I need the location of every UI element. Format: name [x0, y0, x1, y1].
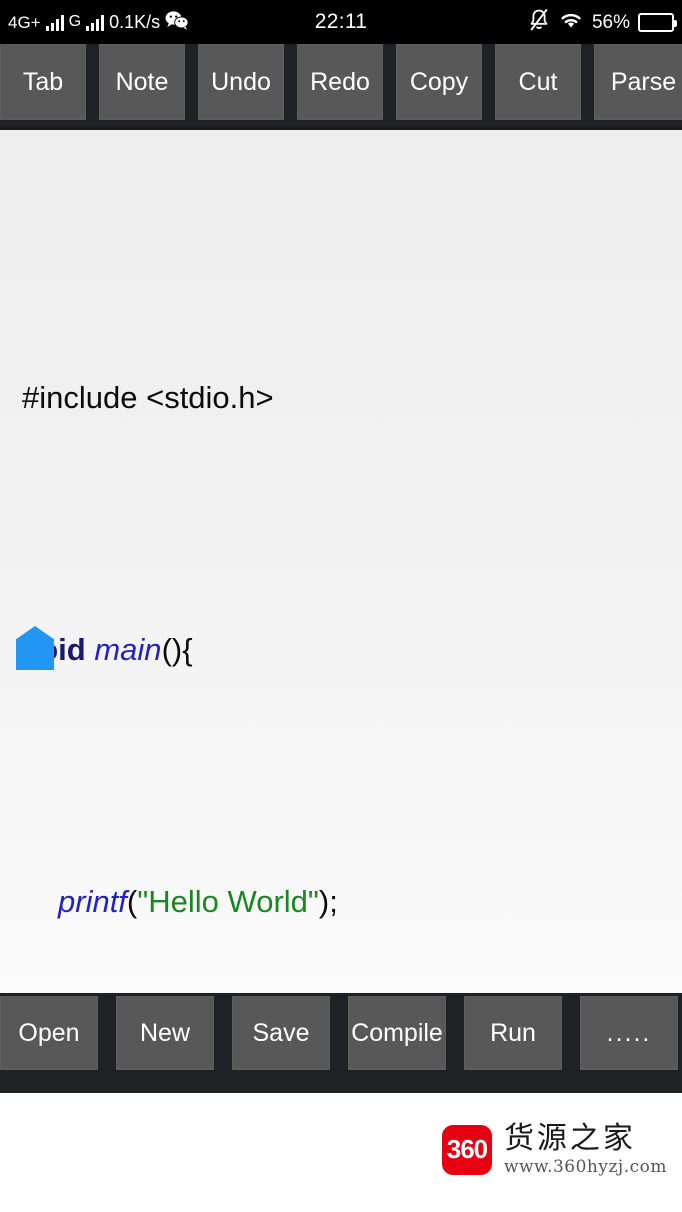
code-line-2: void main(){ — [22, 608, 682, 692]
battery-percent-label: 56% — [591, 11, 630, 33]
code-function-printf: printf — [58, 884, 127, 919]
open-button[interactable]: Open — [0, 996, 98, 1070]
code-line-1: #include <stdio.h> — [22, 356, 682, 440]
logo-360-icon: 360 — [441, 1124, 492, 1175]
more-options-button-label: ..... — [606, 1018, 652, 1047]
more-options-button[interactable]: ..... — [580, 996, 678, 1070]
watermark-site-name: 货源之家 — [503, 1121, 636, 1156]
run-button[interactable]: Run — [464, 996, 562, 1070]
undo-button[interactable]: Undo — [198, 44, 284, 120]
undo-button-label: Undo — [211, 67, 271, 96]
compile-button-label: Compile — [351, 1018, 443, 1047]
code-paren-close: ); — [318, 884, 338, 919]
cut-button-label: Cut — [518, 67, 558, 96]
status-bar-right: 56% — [528, 8, 677, 37]
compile-button[interactable]: Compile — [348, 996, 446, 1070]
redo-button[interactable]: Redo — [297, 44, 383, 120]
code-content[interactable]: #include <stdio.h> void main(){ printf("… — [22, 188, 682, 993]
new-button[interactable]: New — [116, 996, 214, 1070]
new-button-label: New — [139, 1018, 190, 1047]
code-include-directive: #include <stdio.h> — [22, 380, 274, 415]
watermark: 360 货源之家 www.360hyzj.com — [441, 1123, 667, 1177]
code-paren-open: ( — [126, 884, 138, 919]
bottom-toolbar: Open New Save Compile Run ..... — [0, 993, 682, 1073]
note-button-label: Note — [115, 67, 169, 96]
wifi-icon — [558, 10, 584, 35]
note-button[interactable]: Note — [99, 44, 185, 120]
run-button-label: Run — [490, 1018, 536, 1047]
redo-button-label: Redo — [310, 67, 370, 96]
parse-button[interactable]: Parse — [594, 44, 682, 120]
cut-button[interactable]: Cut — [495, 44, 581, 120]
battery-icon — [638, 12, 677, 32]
status-bar: 4G+ G 0.1K/s 22:11 56% — [0, 0, 682, 44]
watermark-site-url: www.360hyzj.com — [503, 1156, 667, 1177]
parse-button-label: Parse — [610, 67, 677, 96]
copy-button[interactable]: Copy — [396, 44, 482, 120]
watermark-text: 货源之家 www.360hyzj.com — [504, 1123, 667, 1177]
code-editor[interactable]: #include <stdio.h> void main(){ printf("… — [0, 130, 682, 993]
watermark-area: 360 货源之家 www.360hyzj.com — [0, 1093, 682, 1212]
code-function-main: main — [94, 632, 162, 667]
open-button-label: Open — [18, 1018, 80, 1047]
tab-button-label: Tab — [22, 67, 64, 96]
code-string-literal: "Hello World" — [137, 884, 319, 919]
bell-muted-icon — [528, 8, 550, 37]
code-line2-tail: (){ — [161, 632, 193, 667]
save-button[interactable]: Save — [232, 996, 330, 1070]
code-line-3: printf("Hello World"); — [22, 860, 682, 944]
save-button-label: Save — [252, 1018, 310, 1047]
top-toolbar: Tab Note Undo Redo Copy Cut Parse — [0, 44, 682, 130]
tab-button[interactable]: Tab — [0, 44, 86, 120]
navigation-bar-strip — [0, 1073, 682, 1093]
copy-button-label: Copy — [409, 67, 469, 96]
